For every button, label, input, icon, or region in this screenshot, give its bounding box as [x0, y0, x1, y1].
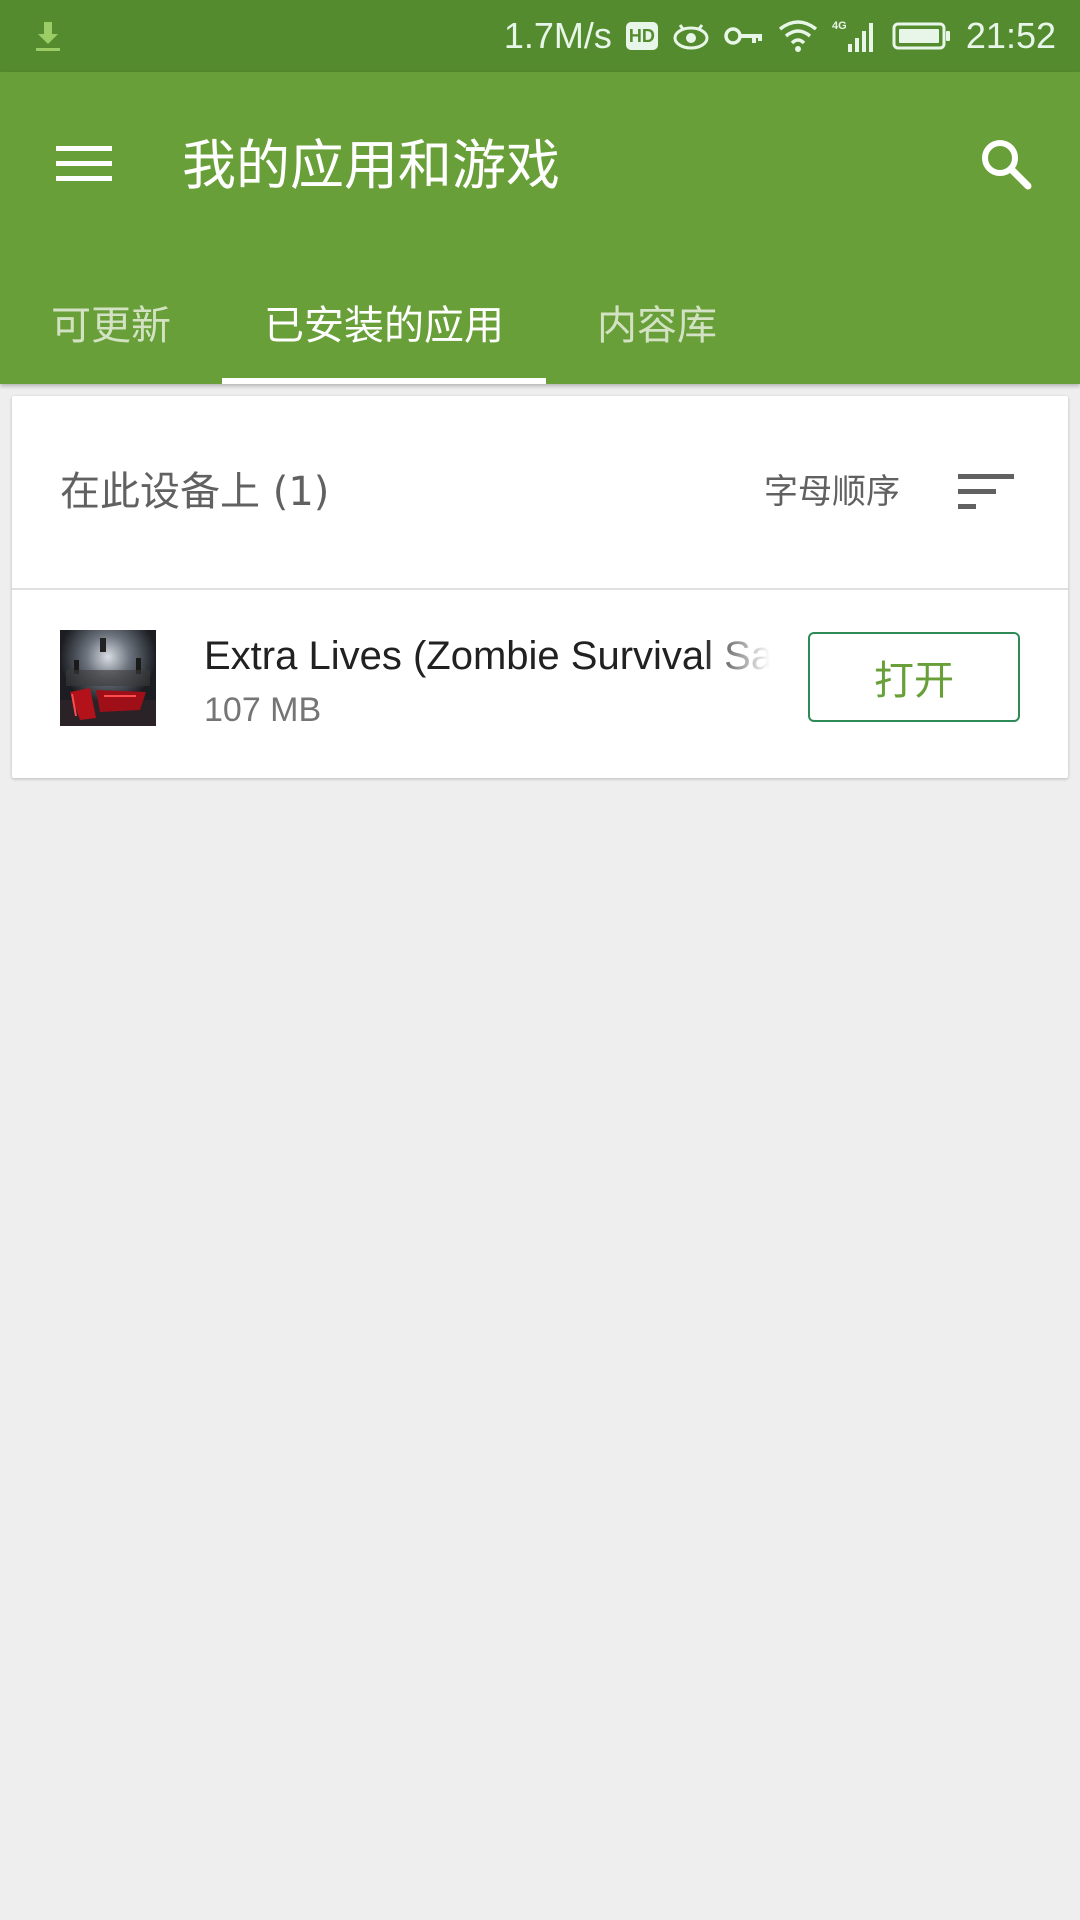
clock: 21:52: [965, 15, 1056, 56]
menu-icon: [56, 146, 112, 181]
tab-installed[interactable]: 已安装的应用: [222, 268, 546, 384]
app-icon: [60, 630, 156, 726]
sort-button[interactable]: [952, 458, 1020, 526]
active-tab-indicator: [222, 378, 546, 384]
tab-updates-label: 可更新: [51, 303, 171, 349]
tab-bar: 可更新 已安装的应用 内容库: [0, 268, 768, 384]
wifi-icon: [778, 19, 818, 53]
extra-lives-logo: [60, 630, 156, 726]
signal-4g-icon: 4G: [832, 18, 878, 54]
status-indicators: 1.7M/s HD 4G 21:52: [504, 0, 1056, 72]
tab-updates[interactable]: 可更新: [0, 268, 222, 384]
tab-library-label: 内容库: [597, 303, 717, 349]
sort-label[interactable]: 字母顺序: [764, 396, 900, 588]
open-button[interactable]: 打开: [808, 632, 1020, 722]
network-type-label: 4G: [832, 20, 847, 32]
list-item[interactable]: Extra Lives (Zombie Survival Sandbox) 10…: [12, 590, 1068, 778]
tab-installed-label: 已安装的应用: [264, 303, 504, 349]
search-button[interactable]: [962, 120, 1050, 208]
app-size: 107 MB: [204, 691, 322, 729]
installed-apps-card: 在此设备上 (1) 字母顺序 Extra Lives (Zombie Survi…: [12, 396, 1068, 778]
search-icon: [982, 140, 1032, 190]
battery-icon: [892, 21, 952, 51]
network-speed: 1.7M/s: [503, 15, 612, 56]
vpn-key-icon: [724, 24, 764, 48]
sort-icon: [958, 474, 1014, 509]
eye-icon: [672, 21, 710, 51]
hd-badge: HD: [625, 22, 658, 50]
section-title: 在此设备上 (1): [60, 469, 330, 515]
menu-button[interactable]: [40, 120, 128, 208]
screen: 1.7M/s HD 4G 21:52 我的应用和游戏 可更新 已安装的应用 内容…: [0, 0, 1080, 1920]
app-name: Extra Lives (Zombie Survival Sandbox): [204, 634, 770, 678]
status-bar: 1.7M/s HD 4G 21:52: [0, 0, 1080, 72]
page-title: 我的应用和游戏: [182, 134, 560, 197]
download-icon: [30, 18, 66, 54]
card-header: 在此设备上 (1) 字母顺序: [12, 396, 1068, 590]
tab-library[interactable]: 内容库: [546, 268, 768, 384]
app-bar: 我的应用和游戏 可更新 已安装的应用 内容库: [0, 72, 1080, 384]
